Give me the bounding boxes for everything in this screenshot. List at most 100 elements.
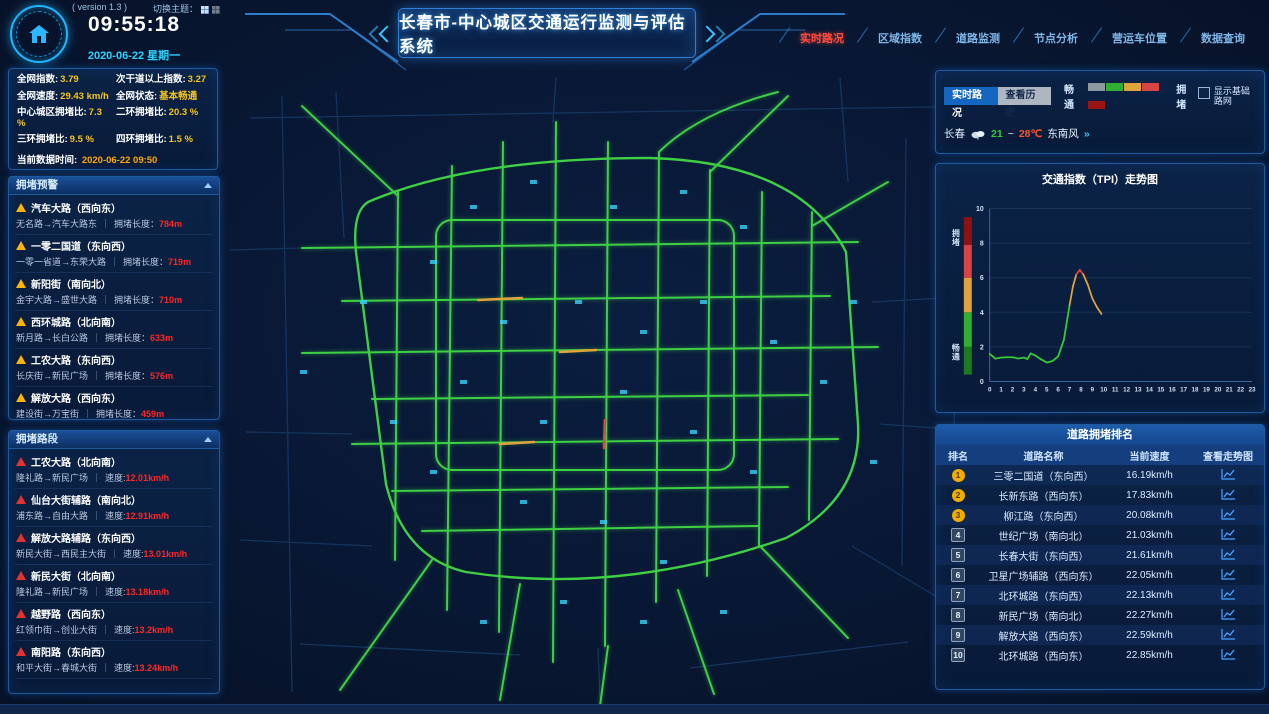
- separator: ｜: [92, 371, 101, 381]
- trend-chart-icon[interactable]: [1221, 588, 1236, 600]
- separator: ｜: [101, 219, 110, 229]
- nav-item[interactable]: 营运车位置: [1092, 28, 1181, 48]
- warning-panel-header: 拥堵预警: [9, 177, 219, 195]
- warning-list-item[interactable]: 工农大路（东向西） 长庆街→新民广场｜拥堵长度：576m: [15, 349, 213, 387]
- table-row[interactable]: 1 三零二国道（东向西） 16.19km/h: [936, 465, 1264, 485]
- congested-list-item[interactable]: 仙台大街辅路（南向北） 浦东路→自由大路｜速度:12.91km/h: [15, 489, 213, 527]
- legend-smooth-label: 畅通: [1064, 81, 1083, 111]
- warning-list-item[interactable]: 汽车大路（西向东） 无名路→汽车大路东｜拥堵长度：784m: [15, 197, 213, 235]
- separator: ｜: [101, 295, 110, 305]
- warning-list-item[interactable]: 新阳街（南向北） 金宇大路→盛世大路｜拥堵长度：710m: [15, 273, 213, 311]
- rank-badge: 2: [952, 489, 965, 502]
- legend-color-swatch: [1124, 83, 1141, 91]
- warning-road-name: 解放大路（西向东）: [31, 390, 121, 405]
- rank-badge: 4: [951, 528, 965, 542]
- home-logo[interactable]: [10, 5, 68, 63]
- legend-color-swatch: [1106, 83, 1123, 91]
- svg-text:4: 4: [980, 310, 984, 317]
- weather-row: 长春 21 ~ 28℃ 东南风 »: [944, 126, 1256, 141]
- road-name-cell: 长春大街（东向西）: [980, 548, 1107, 563]
- alert-triangle-icon: [16, 495, 26, 504]
- svg-text:6: 6: [1056, 386, 1060, 393]
- trend-chart-icon[interactable]: [1221, 568, 1236, 580]
- congested-list-item[interactable]: 解放大路辅路（东向西） 新民大街→西民主大街｜速度:13.01km/h: [15, 527, 213, 565]
- svg-text:15: 15: [1157, 386, 1164, 393]
- congested-detail: 和平大街→春城大街｜速度:13.24km/h: [16, 661, 212, 674]
- legend-swatches: [1088, 78, 1172, 114]
- speed-cell: 21.61km/h: [1107, 550, 1192, 561]
- table-row[interactable]: 10 北环城路（西向东） 22.85km/h: [936, 645, 1264, 665]
- table-row[interactable]: 4 世纪广场（南向北） 21.03km/h: [936, 525, 1264, 545]
- speed-value: 13.2km/h: [135, 625, 174, 635]
- warning-detail: 一零一省道→东荣大路｜拥堵长度：719m: [16, 255, 212, 268]
- show-basemap-toggle[interactable]: 显示基础路网: [1198, 86, 1256, 107]
- table-row[interactable]: 6 卫星广场辅路（西向东） 22.05km/h: [936, 565, 1264, 585]
- warning-detail: 建设街→万宝街｜拥堵长度：459m: [16, 407, 212, 420]
- trend-chart-icon[interactable]: [1221, 468, 1236, 480]
- collapse-icon[interactable]: [204, 437, 212, 442]
- nav-item[interactable]: 道路监测: [936, 28, 1014, 48]
- table-row[interactable]: 8 新民广场（南向北） 22.27km/h: [936, 605, 1264, 625]
- stat-cell: 中心城区拥堵比:7.3 %: [17, 108, 110, 129]
- weather-cloud-icon: [970, 128, 986, 140]
- collapse-icon[interactable]: [204, 183, 212, 188]
- stat-value: 1.5 %: [169, 134, 193, 145]
- header-trend: 查看走势图: [1192, 448, 1264, 463]
- basemap-label: 显示基础路网: [1214, 86, 1256, 107]
- table-row[interactable]: 9 解放大路（西向东） 22.59km/h: [936, 625, 1264, 645]
- nav-item[interactable]: 区域指数: [858, 28, 936, 48]
- length-label: 拥堵长度：: [105, 371, 150, 381]
- trend-chart-icon[interactable]: [1221, 608, 1236, 620]
- warning-list-item[interactable]: 一零二国道（东向西） 一零一省道→东荣大路｜拥堵长度：719m: [15, 235, 213, 273]
- trend-chart-icon[interactable]: [1221, 648, 1236, 660]
- table-row[interactable]: 3 柳江路（东向西） 20.08km/h: [936, 505, 1264, 525]
- basemap-checkbox[interactable]: [1198, 87, 1210, 99]
- trend-chart-icon[interactable]: [1221, 508, 1236, 520]
- congested-list-item[interactable]: 工农大路（北向南） 隆礼路→新民广场｜速度:12.01km/h: [15, 451, 213, 489]
- temp-low: 21: [991, 128, 1003, 140]
- weather-more-arrow[interactable]: »: [1084, 128, 1090, 140]
- speed-cell: 21.03km/h: [1107, 530, 1192, 541]
- road-name-cell: 解放大路（西向东）: [980, 628, 1107, 643]
- congested-list-item[interactable]: 越野路（西向东） 红领巾街→创业大街｜速度:13.2km/h: [15, 603, 213, 641]
- rank-badge: 10: [951, 648, 965, 662]
- tab-history[interactable]: 查看历史: [998, 87, 1052, 105]
- trend-chart-icon[interactable]: [1221, 488, 1236, 500]
- traffic-roads-smooth: [302, 92, 888, 706]
- trend-chart-icon[interactable]: [1221, 548, 1236, 560]
- nav-item[interactable]: 节点分析: [1014, 28, 1092, 48]
- warning-list-item[interactable]: 解放大路（西向东） 建设街→万宝街｜拥堵长度：459m: [15, 387, 213, 420]
- table-row[interactable]: 5 长春大街（东向西） 21.61km/h: [936, 545, 1264, 565]
- header-speed: 当前速度: [1107, 448, 1192, 463]
- table-row[interactable]: 2 长新东路（西向东） 17.83km/h: [936, 485, 1264, 505]
- warning-list-item[interactable]: 西环城路（北向南） 新月路→长白公路｜拥堵长度：633m: [15, 311, 213, 349]
- trend-chart-icon[interactable]: [1221, 528, 1236, 540]
- road-name-cell: 卫星广场辅路（西向东）: [980, 568, 1107, 583]
- svg-text:21: 21: [1226, 386, 1233, 393]
- legend-color-swatch: [1142, 83, 1159, 91]
- trend-chart-icon[interactable]: [1221, 628, 1236, 640]
- tab-realtime[interactable]: 实时路况: [944, 87, 998, 105]
- congested-list: 工农大路（北向南） 隆礼路→新民广场｜速度:12.01km/h 仙台大街辅路（南…: [9, 449, 219, 681]
- data-timestamp-value: 2020-06-22 09:50: [82, 155, 158, 166]
- stat-label: 二环拥堵比:: [116, 107, 167, 118]
- weather-city: 长春: [944, 126, 965, 141]
- length-value: 719m: [168, 257, 191, 267]
- nav-item[interactable]: 实时路况: [780, 28, 858, 48]
- nav-item[interactable]: 数据查询: [1181, 28, 1259, 48]
- theme-swatch-dark[interactable]: [212, 6, 220, 14]
- congested-segment: 和平大街→春城大街: [16, 663, 97, 673]
- separator: ｜: [83, 409, 92, 419]
- warning-detail: 长庆街→新民广场｜拥堵长度：576m: [16, 369, 212, 382]
- congested-list-item[interactable]: 新民大街（北向南） 隆礼路→新民广场｜速度:13.18km/h: [15, 565, 213, 603]
- traffic-legend: 畅通 拥堵: [1061, 78, 1198, 114]
- congested-list-item[interactable]: 南阳路（东向西） 和平大街→春城大街｜速度:13.24km/h: [15, 641, 213, 679]
- ranking-body: 1 三零二国道（东向西） 16.19km/h 2 长新东路（西向东） 17.83…: [936, 465, 1264, 665]
- length-label: 拥堵长度：: [114, 219, 159, 229]
- alert-triangle-icon: [16, 571, 26, 580]
- road-name-cell: 世纪广场（南向北）: [980, 528, 1107, 543]
- stat-cell: 全网速度:29.43 km/h: [17, 92, 110, 103]
- bottom-scrollbar-strip[interactable]: [0, 704, 1269, 714]
- road-name-cell: 北环城路（西向东）: [980, 648, 1107, 663]
- table-row[interactable]: 7 北环城路（东向西） 22.13km/h: [936, 585, 1264, 605]
